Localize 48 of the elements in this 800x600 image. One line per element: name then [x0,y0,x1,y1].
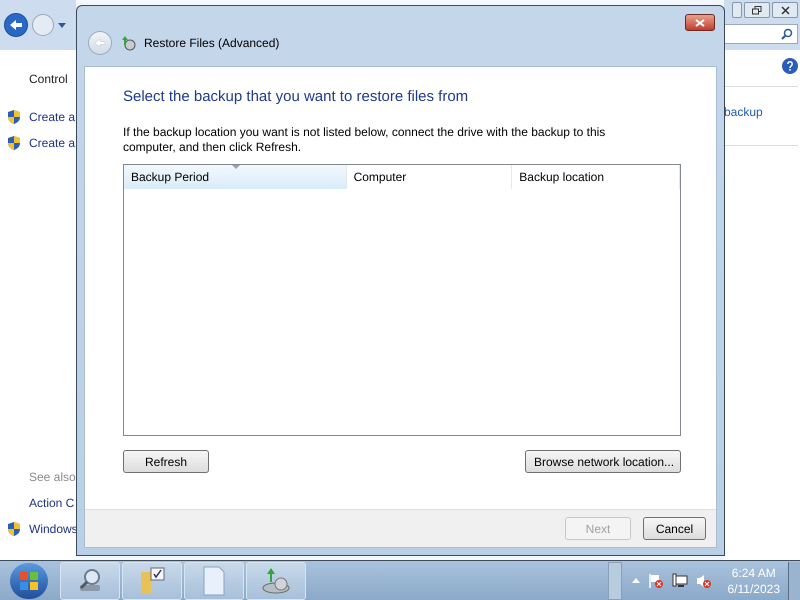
start-button[interactable] [10,562,48,598]
search-field[interactable] [724,24,798,44]
close-icon [780,6,790,14]
minimize-button[interactable] [732,2,742,18]
network-icon[interactable] [672,572,688,588]
document-icon [202,566,226,596]
see-also-link[interactable]: Action C [29,494,74,512]
shield-icon [7,109,21,125]
see-also-link[interactable]: Windows [29,520,78,538]
shield-icon [7,521,21,537]
backup-drive-icon [261,566,291,596]
arrow-left-icon [9,19,23,31]
taskbar-button[interactable] [60,562,120,600]
question-mark-icon [787,61,793,71]
taskbar-button[interactable] [122,562,182,600]
dropdown-icon [58,22,66,28]
backup-list[interactable]: Backup Period Computer Backup location [123,164,681,436]
backup-link[interactable]: backup [724,103,763,121]
sort-arrow-icon [232,165,240,169]
dialog-button[interactable]: Cancel [643,517,706,540]
flag-error-icon[interactable] [648,572,664,588]
section-heading: See also [29,469,76,486]
dialog-title: Restore Files (Advanced) [144,35,280,52]
folder-icon [138,566,166,596]
close-button[interactable] [685,14,715,31]
page-heading: Select the backup that you want to restore files from [123,87,470,107]
windows-logo-icon [20,572,38,590]
dialog-button[interactable]: Browse network location... [525,450,681,473]
search-icon [781,28,793,40]
dialog-button[interactable]: Refresh [123,450,209,473]
restore-icon [752,6,762,14]
shield-icon [7,135,21,151]
taskbar-button[interactable] [246,562,306,600]
column-header[interactable]: Computer [346,165,512,189]
task-link[interactable]: Create a [29,108,76,126]
breadcrumb-text: Control [29,71,69,88]
instruction-text: If the backup location you want is not listed below, connect the drive with the backup to this computer, and then click Refresh. [123,125,606,155]
back-button[interactable] [4,13,28,37]
column-header[interactable]: Backup Period [124,165,347,189]
backup-drive-icon [120,35,136,51]
restore-button[interactable] [744,2,770,18]
speaker-muted-icon[interactable] [696,572,712,588]
show-desktop-button[interactable] [788,562,800,600]
close-icon [695,18,705,26]
task-link[interactable]: Create a [29,134,76,152]
arrow-left-icon [94,38,106,48]
help-button[interactable] [782,58,798,74]
close-button[interactable] [772,2,798,18]
